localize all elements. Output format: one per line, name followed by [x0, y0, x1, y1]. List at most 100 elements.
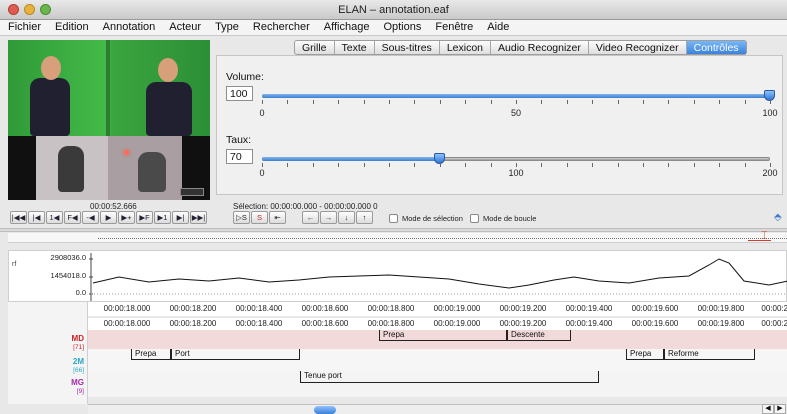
annotation-2m-reforme[interactable]: Reforme — [664, 349, 755, 360]
menu-affichage[interactable]: Affichage — [317, 20, 377, 35]
scroll-left-button[interactable]: ◀ — [762, 404, 774, 414]
timeline-scroll-thumb[interactable] — [314, 406, 336, 414]
menu-type[interactable]: Type — [208, 20, 246, 35]
tab-audio-recognizer[interactable]: Audio Recognizer — [491, 41, 589, 54]
time-ruler-waveform[interactable]: 00:00:18.000 00:00:18.200 00:00:18.400 0… — [88, 302, 787, 316]
rate-field[interactable]: 70 — [226, 149, 253, 164]
loop-mode-checkbox[interactable] — [470, 214, 479, 223]
tier-down-button[interactable]: ↓ — [338, 211, 355, 224]
waveform-label-max: 2908036.0 — [50, 253, 86, 262]
volume-field[interactable]: 100 — [226, 86, 253, 101]
forward-pixel-button[interactable]: ▶+ — [118, 211, 135, 224]
go-to-begin-button[interactable]: |◀◀ — [10, 211, 27, 224]
slider-tick — [516, 163, 517, 167]
expand-collapse-icon[interactable]: ⬘ — [774, 212, 782, 223]
slider-tick — [389, 100, 390, 104]
play-selection-button[interactable]: ▷S — [233, 211, 250, 224]
annotation-2m-port[interactable]: Port — [171, 349, 300, 360]
tier-label-2m[interactable]: 2M [66] — [8, 357, 84, 375]
tab-video-recognizer[interactable]: Video Recognizer — [589, 41, 687, 54]
annotation-2m-prepa[interactable]: Prepa — [131, 349, 171, 360]
annotation-md-prepa[interactable]: Prepa — [379, 330, 507, 341]
timeline-scrollbar[interactable] — [88, 404, 762, 414]
ruler-tick: 00:00:18.200 — [169, 319, 217, 328]
tier-count-2m: [66] — [73, 367, 84, 374]
speaker-left-figure — [30, 78, 70, 136]
tab-grille[interactable]: Grille — [295, 41, 335, 54]
annotation-2m-prepa-2[interactable]: Prepa — [626, 349, 664, 360]
tier-label-md[interactable]: MD [71] — [8, 334, 84, 352]
menu-options[interactable]: Options — [376, 20, 428, 35]
current-time: 00:00:52.666 — [90, 202, 137, 211]
annotation-md-descente[interactable]: Descente — [507, 330, 571, 341]
slider-tick — [567, 163, 568, 167]
tier-count-mg: [9] — [76, 388, 84, 395]
annotation-mg-tenue-port[interactable]: Tenue port — [300, 371, 599, 383]
ruler-tick: 00:00:18.000 — [103, 304, 151, 313]
video-viewer[interactable] — [8, 40, 210, 200]
slider-tick — [389, 163, 390, 167]
clear-selection-button[interactable]: S — [251, 211, 268, 224]
ruler-tick: 00:00:18.400 — [235, 304, 283, 313]
tab-texte[interactable]: Texte — [335, 41, 375, 54]
ruler-tick: 00:00:19.400 — [565, 319, 613, 328]
tier-count-md: [71] — [73, 344, 84, 351]
menu-fichier[interactable]: Fichier — [0, 20, 48, 35]
forward-frame-button[interactable]: ▶F — [136, 211, 153, 224]
go-to-end-button[interactable]: ▶▶| — [190, 211, 207, 224]
slider-tick — [364, 100, 365, 104]
next-frame-button[interactable]: ▶| — [172, 211, 189, 224]
forward-one-second-button[interactable]: ▶1 — [154, 211, 171, 224]
title-bar: ELAN – annotation.eaf — [0, 0, 787, 20]
menu-aide[interactable]: Aide — [480, 20, 516, 35]
slider-tick — [719, 100, 720, 104]
menu-fenetre[interactable]: Fenêtre — [428, 20, 480, 35]
tier-label-mg[interactable]: MG [9] — [8, 378, 84, 396]
previous-annotation-button[interactable]: ← — [302, 211, 319, 224]
waveform-legend: rf — [12, 261, 17, 268]
rate-tick-min: 0 — [259, 168, 265, 178]
tab-lexicon[interactable]: Lexicon — [440, 41, 492, 54]
slider-tick — [668, 100, 669, 104]
slider-tick — [440, 163, 441, 167]
waveform-panel[interactable] — [8, 250, 787, 302]
back-frame-button[interactable]: F◀ — [64, 211, 81, 224]
previous-frame-button[interactable]: |◀ — [28, 211, 45, 224]
selection-info: Sélection: 00:00:00.000 - 00:00:00.000 0 — [233, 202, 378, 211]
splitter[interactable] — [0, 228, 787, 232]
ruler-tick: 00:00:18.400 — [235, 319, 283, 328]
tab-sous-titres[interactable]: Sous-titres — [375, 41, 440, 54]
slider-tick — [287, 100, 288, 104]
room-right-figure — [138, 152, 166, 192]
overview-ruler — [98, 238, 787, 239]
menu-annotation[interactable]: Annotation — [96, 20, 163, 35]
time-overview[interactable] — [8, 233, 787, 243]
back-pixel-button[interactable]: -◀ — [82, 211, 99, 224]
ruler-tick: 00:00:20 — [761, 304, 787, 313]
speaker-left-head — [41, 56, 61, 80]
slider-tick — [694, 100, 695, 104]
slider-tick — [440, 100, 441, 104]
ruler-tick: 00:00:19.000 — [433, 304, 481, 313]
waveform-label-zero: 0.0 — [75, 288, 86, 297]
back-one-second-button[interactable]: 1◀ — [46, 211, 63, 224]
selection-boundary-button[interactable]: ⇤ — [269, 211, 286, 224]
overview-cursor-line — [748, 240, 771, 241]
selection-mode-label: Mode de sélection — [402, 214, 463, 223]
tier-up-button[interactable]: ↑ — [356, 211, 373, 224]
next-annotation-button[interactable]: → — [320, 211, 337, 224]
tier-name-mg: MG — [71, 378, 84, 387]
slider-tick — [262, 163, 263, 167]
ruler-tick: 00:00:19.600 — [631, 304, 679, 313]
menu-acteur[interactable]: Acteur — [162, 20, 208, 35]
play-button[interactable]: ▶ — [100, 211, 117, 224]
menu-rechercher[interactable]: Rechercher — [246, 20, 317, 35]
menu-edition[interactable]: Edition — [48, 20, 96, 35]
slider-tick — [592, 163, 593, 167]
selection-mode-checkbox[interactable] — [389, 214, 398, 223]
tier-row-mg[interactable]: Tenue port — [88, 371, 787, 397]
scroll-right-button[interactable]: ▶ — [774, 404, 786, 414]
slider-tick — [541, 100, 542, 104]
tier-row-2m[interactable]: Prepa Port Prepa Reforme — [88, 349, 787, 371]
tab-controles[interactable]: Contrôles — [686, 41, 746, 54]
